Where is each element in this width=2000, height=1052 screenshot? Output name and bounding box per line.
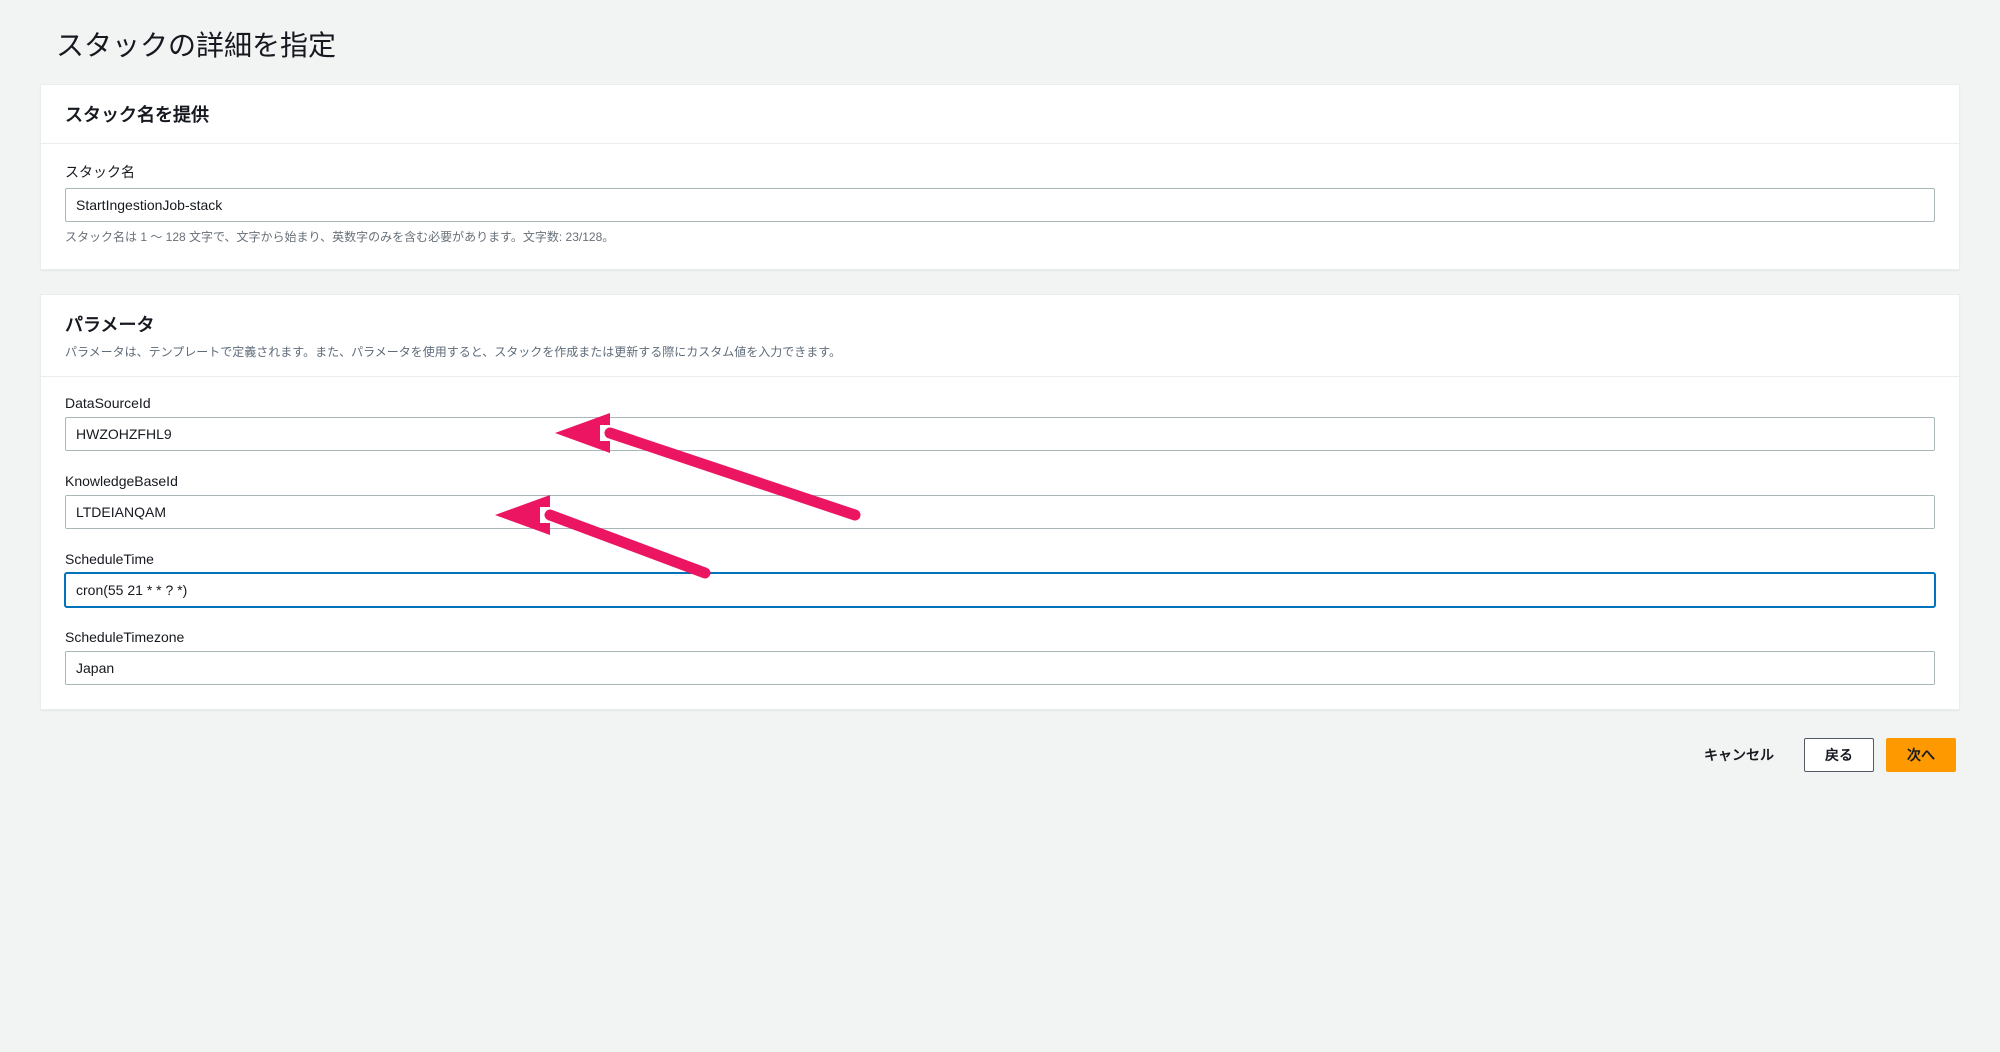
stack-name-label: スタック名 xyxy=(65,162,1935,182)
stack-name-heading: スタック名を提供 xyxy=(65,101,1935,127)
param-label-scheduletime: ScheduleTime xyxy=(65,551,1935,567)
page-title: スタックの詳細を指定 xyxy=(40,0,1960,84)
param-input-scheduletime[interactable] xyxy=(65,573,1935,607)
param-input-datasourceid[interactable] xyxy=(65,417,1935,451)
param-label-datasourceid: DataSourceId xyxy=(65,395,1935,411)
param-label-knowledgebaseid: KnowledgeBaseId xyxy=(65,473,1935,489)
stack-name-hint: スタック名は 1 ～ 128 文字で、文字から始まり、英数字のみを含む必要があり… xyxy=(65,228,1935,245)
footer-actions: キャンセル 戻る 次へ xyxy=(40,734,1960,776)
parameters-heading: パラメータ xyxy=(65,311,1935,337)
cancel-button[interactable]: キャンセル xyxy=(1686,739,1792,771)
back-button[interactable]: 戻る xyxy=(1804,738,1874,772)
param-input-scheduletimezone[interactable] xyxy=(65,651,1935,685)
param-input-knowledgebaseid[interactable] xyxy=(65,495,1935,529)
parameters-subheading: パラメータは、テンプレートで定義されます。また、パラメータを使用すると、スタック… xyxy=(65,343,1935,360)
stack-name-input[interactable] xyxy=(65,188,1935,222)
stack-name-panel: スタック名を提供 スタック名 スタック名は 1 ～ 128 文字で、文字から始ま… xyxy=(40,84,1960,270)
stack-name-panel-header: スタック名を提供 xyxy=(41,85,1959,144)
param-label-scheduletimezone: ScheduleTimezone xyxy=(65,629,1935,645)
next-button[interactable]: 次へ xyxy=(1886,738,1956,772)
parameters-panel: パラメータ パラメータは、テンプレートで定義されます。また、パラメータを使用する… xyxy=(40,294,1960,710)
parameters-panel-header: パラメータ パラメータは、テンプレートで定義されます。また、パラメータを使用する… xyxy=(41,295,1959,377)
